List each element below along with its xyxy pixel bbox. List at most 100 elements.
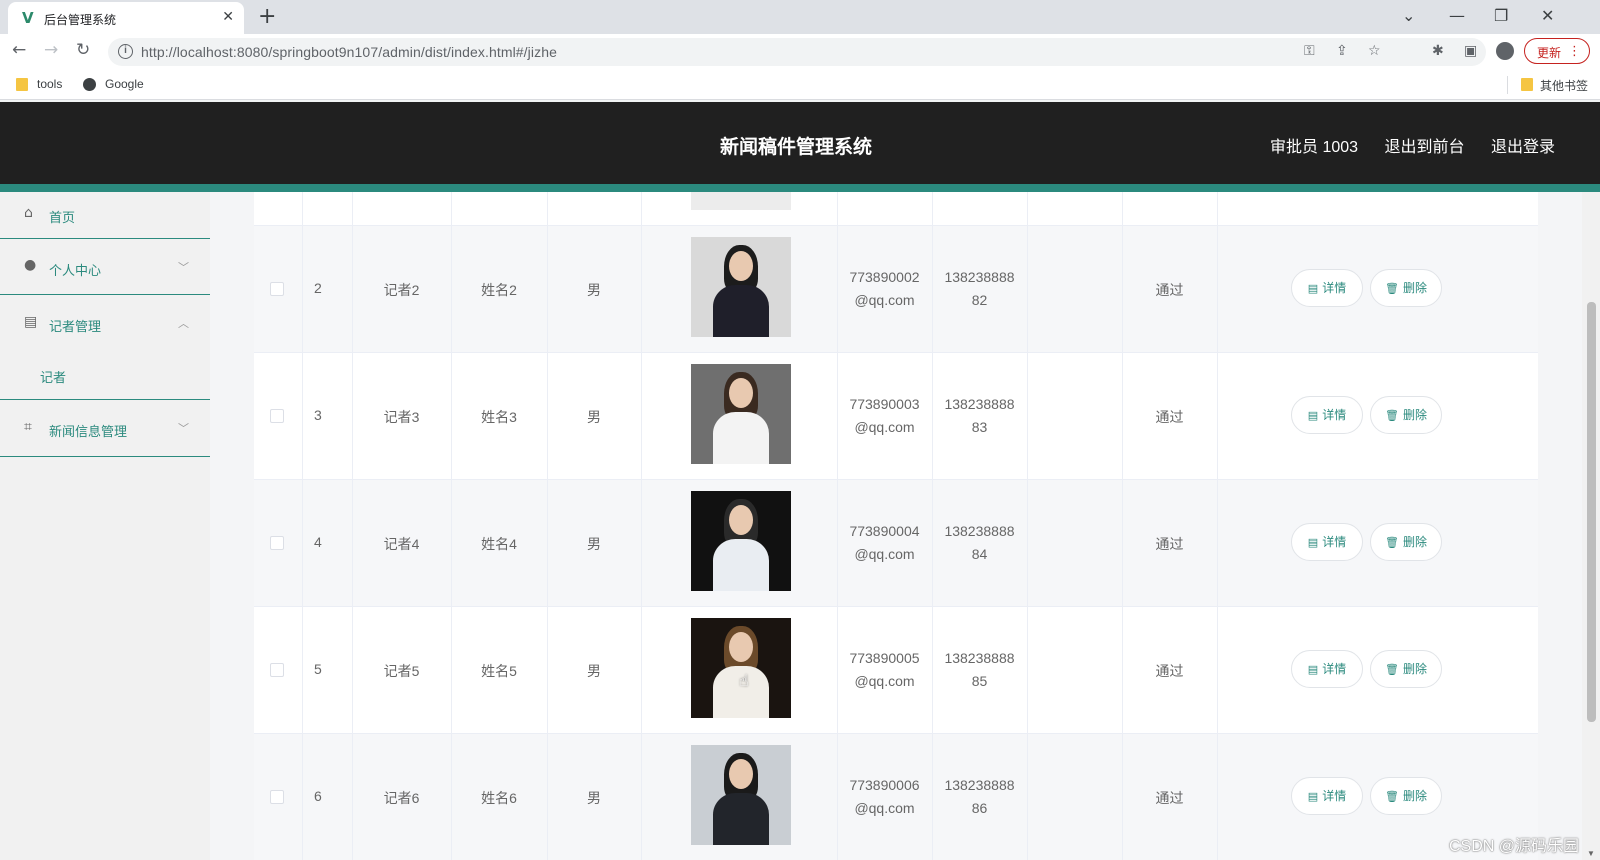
chevron-down-icon[interactable]: ⌄ <box>1402 6 1415 25</box>
key-icon[interactable]: ⚿ <box>1304 43 1315 59</box>
star-icon[interactable]: ☆ <box>1368 43 1381 59</box>
forward-icon[interactable]: → <box>44 40 58 60</box>
detail-label: 详情 <box>1322 662 1347 676</box>
column-divider <box>932 607 933 733</box>
url-text[interactable]: http://localhost:8080/springboot9n107/ad… <box>141 44 557 60</box>
phone-cell: 82 <box>971 292 988 308</box>
page-scrollbar[interactable]: ▼ <box>1582 192 1600 860</box>
phone-cell: 138238888 <box>944 396 1015 412</box>
column-divider <box>932 734 933 860</box>
delete-button[interactable]: 🗑 删除 <box>1370 523 1442 561</box>
share-icon[interactable]: ⇪ <box>1336 43 1348 59</box>
row-checkbox[interactable] <box>270 282 284 296</box>
status-cell: 通过 <box>1155 409 1184 425</box>
current-user: 审批员 1003 <box>1270 139 1359 156</box>
bookmark-divider <box>1507 76 1508 94</box>
close-icon[interactable]: ✕ <box>222 8 234 25</box>
browser-tab[interactable]: V 后台管理系统 ✕ <box>8 2 244 34</box>
new-tab-button[interactable]: + <box>258 4 276 29</box>
column-divider <box>1027 480 1028 606</box>
email-cell: @qq.com <box>854 419 915 435</box>
trash-icon: 🗑 <box>1385 536 1399 549</box>
detail-label: 详情 <box>1322 535 1347 549</box>
column-divider <box>1027 607 1028 733</box>
minimize-button[interactable]: — <box>1449 6 1465 25</box>
row-checkbox[interactable] <box>270 663 284 677</box>
profile-avatar-icon[interactable] <box>1496 42 1514 60</box>
document-icon: ▤ <box>1307 536 1319 549</box>
sidebar: ⌂ 首页 ● 个人中心 ﹀ ▤ 记者管理 ︿ 记者 ⌗ 新闻信息管理 ﹀ <box>0 192 210 860</box>
update-button[interactable]: 更新 ⋮ <box>1524 38 1590 64</box>
detail-button[interactable]: ▤ 详情 <box>1291 269 1363 307</box>
main-content: 2 记者2 姓名2 男通过 773890002 @qq.com 138238888 82 ▤ 详情… <box>210 192 1582 860</box>
detail-button[interactable]: ▤ 详情 <box>1291 777 1363 815</box>
sidebar-item-personal-center[interactable]: ● 个人中心 ﹀ <box>0 239 210 295</box>
sidepanel-icon[interactable]: ▣ <box>1464 43 1477 59</box>
table-row: 3 记者3 姓名3 男 通过 773890003 @qq.com 138238888 83 ▤ 详情… <box>254 353 1538 480</box>
index-cell: 2 <box>314 280 322 296</box>
trash-icon: 🗑 <box>1385 282 1399 295</box>
column-divider <box>837 480 838 606</box>
detail-button[interactable]: ▤ 详情 <box>1291 523 1363 561</box>
scroll-down-icon[interactable]: ▼ <box>1587 849 1595 858</box>
home-icon: ⌂ <box>24 205 33 221</box>
globe-icon <box>83 78 96 91</box>
sidebar-subitem-reporter[interactable]: 记者 <box>40 367 66 386</box>
column-divider <box>641 734 642 860</box>
row-checkbox[interactable] <box>270 790 284 804</box>
browser-tab-strip: V 后台管理系统 ✕ + ⌄ — ❐ ✕ <box>0 0 1600 34</box>
delete-button[interactable]: 🗑 删除 <box>1370 269 1442 307</box>
detail-button[interactable]: ▤ 详情 <box>1291 396 1363 434</box>
document-icon: ▤ <box>1307 790 1319 803</box>
detail-label: 详情 <box>1322 789 1347 803</box>
column-divider <box>837 734 838 860</box>
reporter-photo <box>691 192 791 210</box>
delete-button[interactable]: 🗑 删除 <box>1370 650 1442 688</box>
other-bookmarks[interactable]: 其他书签 <box>1540 77 1588 94</box>
exit-to-front-link[interactable]: 退出到前台 <box>1385 139 1465 156</box>
reload-icon[interactable]: ↻ <box>76 40 90 60</box>
extensions-icon[interactable]: ✱ <box>1432 43 1444 59</box>
column-divider <box>932 353 933 479</box>
email-cell: 773890002 <box>849 269 920 285</box>
close-window-button[interactable]: ✕ <box>1541 6 1554 25</box>
scrollbar-thumb[interactable] <box>1587 302 1596 722</box>
column-divider <box>641 480 642 606</box>
gender-cell: 男 <box>587 282 601 298</box>
gender-cell: 男 <box>587 409 601 425</box>
logout-link[interactable]: 退出登录 <box>1491 139 1555 156</box>
mouse-cursor-icon: ☝ <box>739 671 749 690</box>
reporter-photo <box>691 237 791 337</box>
account-cell: 记者6 <box>383 790 420 806</box>
status-cell: 通过 <box>1155 536 1184 552</box>
status-cell: 通过 <box>1155 663 1184 679</box>
delete-button[interactable]: 🗑 删除 <box>1370 777 1442 815</box>
account-cell: 记者4 <box>383 536 420 552</box>
delete-button[interactable]: 🗑 删除 <box>1370 396 1442 434</box>
delete-label: 删除 <box>1402 662 1427 676</box>
bookmark-google[interactable]: Google <box>105 77 144 91</box>
row-checkbox[interactable] <box>270 536 284 550</box>
column-divider <box>451 192 452 225</box>
info-icon[interactable]: i <box>118 44 133 59</box>
column-divider <box>302 192 303 225</box>
column-divider <box>1027 226 1028 352</box>
address-bar[interactable]: i http://localhost:8080/springboot9n107/… <box>108 38 1486 66</box>
sidebar-item-news-management[interactable]: ⌗ 新闻信息管理 ﹀ <box>0 400 210 457</box>
bookmark-tools[interactable]: tools <box>37 77 62 91</box>
sidebar-item-reporter-management[interactable]: ▤ 记者管理 ︿ 记者 <box>0 295 210 400</box>
column-divider <box>1122 192 1123 225</box>
email-cell: @qq.com <box>854 292 915 308</box>
name-cell: 姓名6 <box>481 790 517 806</box>
delete-label: 删除 <box>1402 281 1427 295</box>
table-row: 4 记者4 姓名4 男 通过 773890004 @qq.com 138238888 84 ▤ 详情… <box>254 480 1538 607</box>
restore-button[interactable]: ❐ <box>1494 6 1508 25</box>
name-cell: 姓名5 <box>481 663 517 679</box>
trash-icon: 🗑 <box>1385 409 1399 422</box>
delete-label: 删除 <box>1402 789 1427 803</box>
back-icon[interactable]: ← <box>12 40 26 60</box>
detail-button[interactable]: ▤ 详情 <box>1291 650 1363 688</box>
row-checkbox[interactable] <box>270 409 284 423</box>
account-cell: 记者2 <box>383 282 420 298</box>
sidebar-item-home[interactable]: ⌂ 首页 <box>0 192 210 239</box>
